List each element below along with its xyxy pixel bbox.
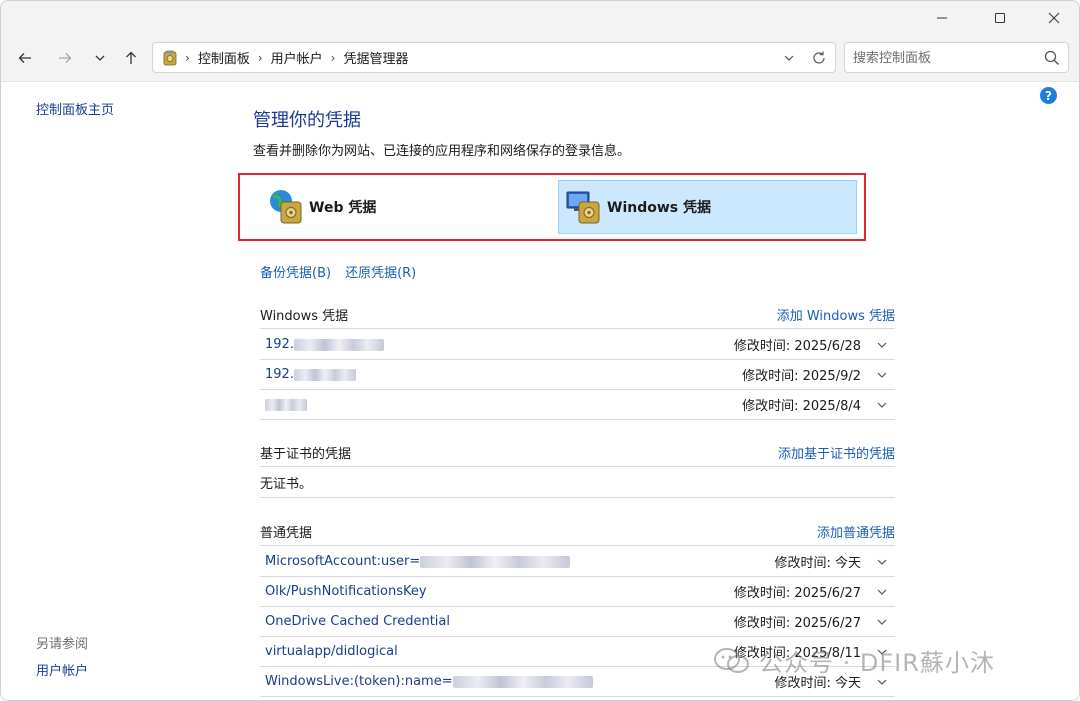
search-button[interactable] xyxy=(1040,46,1064,70)
generic-credentials-section-header: 普通凭据 添加普通凭据 xyxy=(260,518,895,546)
generic-credential-row[interactable]: Olk/PushNotificationsKey 修改时间: 2025/6/27 xyxy=(260,577,895,607)
expand-chevron-icon[interactable] xyxy=(875,615,889,629)
arrow-up-icon xyxy=(126,51,136,64)
chevron-down-icon xyxy=(784,55,794,61)
expand-chevron-icon[interactable] xyxy=(875,398,889,412)
minimize-button[interactable] xyxy=(919,1,965,35)
modified-date: 修改时间: 今天 xyxy=(774,556,861,571)
generic-credential-row[interactable]: MicrosoftAccount:user= 修改时间: 今天 xyxy=(260,547,895,577)
chevron-down-icon xyxy=(95,55,105,61)
section-title: Windows 凭据 xyxy=(260,309,349,324)
modified-date: 修改时间: 2025/6/27 xyxy=(733,616,861,631)
up-button[interactable] xyxy=(116,43,146,73)
user-accounts-link[interactable]: 用户帐户 xyxy=(36,660,88,679)
search-icon xyxy=(1044,50,1059,65)
maximize-button[interactable] xyxy=(977,1,1023,35)
wechat-logo-icon xyxy=(714,647,749,673)
redacted-text xyxy=(420,555,571,568)
page-description: 查看并删除你为网站、已连接的应用程序和网络保存的登录信息。 xyxy=(253,144,631,159)
content-area: 控制面板主页 另请参阅 用户帐户 ? 管理你的凭据 查看并删除你为网站、已连接的… xyxy=(1,82,1079,700)
navigation-bar: › 控制面板 › 用户帐户 › 凭据管理器 xyxy=(1,35,1079,82)
add-windows-credential-link[interactable]: 添加 Windows 凭据 xyxy=(777,305,895,324)
windows-credential-row[interactable]: 修改时间: 2025/8/4 xyxy=(260,390,895,420)
add-generic-credential-link[interactable]: 添加普通凭据 xyxy=(817,522,895,541)
credential-name: OneDrive Cached Credential xyxy=(265,614,450,629)
restore-credentials-link[interactable]: 还原凭据(R) xyxy=(345,262,416,281)
modified-date: 修改时间: 2025/6/28 xyxy=(733,339,861,354)
expand-chevron-icon[interactable] xyxy=(875,368,889,382)
breadcrumb-item-credential-manager[interactable]: 凭据管理器 xyxy=(343,48,408,67)
watermark-text: 公众号 · DFIR蘇小沐 xyxy=(759,649,995,677)
help-icon[interactable]: ? xyxy=(1040,87,1057,104)
close-icon xyxy=(1048,12,1060,24)
search-input[interactable] xyxy=(851,47,1045,70)
arrow-left-icon xyxy=(18,53,31,63)
redacted-text xyxy=(293,368,356,381)
control-panel-home-link[interactable]: 控制面板主页 xyxy=(36,99,114,118)
page-title: 管理你的凭据 xyxy=(253,110,361,131)
address-bar[interactable]: › 控制面板 › 用户帐户 › 凭据管理器 xyxy=(152,42,836,73)
credential-name: WindowsLive:(token):name= xyxy=(265,674,593,689)
backup-restore-links: 备份凭据(B) 还原凭据(R) xyxy=(260,262,416,281)
refresh-button[interactable] xyxy=(805,43,833,72)
modified-date: 修改时间: 2025/8/4 xyxy=(742,399,861,414)
recent-locations-button[interactable] xyxy=(85,43,115,73)
no-certificate-row: 无证书。 xyxy=(260,468,895,498)
redacted-text xyxy=(452,675,593,688)
breadcrumb-item-user-accounts[interactable]: 用户帐户 xyxy=(271,48,323,67)
minimize-icon xyxy=(937,17,947,19)
windows-credentials-label: Windows 凭据 xyxy=(607,200,711,216)
breadcrumb: › 控制面板 › 用户帐户 › 凭据管理器 xyxy=(163,43,408,72)
section-title: 基于证书的凭据 xyxy=(260,447,352,462)
credential-name xyxy=(265,397,307,412)
title-bar xyxy=(1,1,1079,35)
credential-name: 192. xyxy=(265,337,384,352)
credential-name: virtualapp/didlogical xyxy=(265,644,398,659)
web-credentials-tab[interactable]: Web 凭据 xyxy=(261,180,551,234)
add-certificate-credential-link[interactable]: 添加基于证书的凭据 xyxy=(778,443,895,462)
expand-chevron-icon[interactable] xyxy=(875,338,889,352)
credential-name: 192. xyxy=(265,367,356,382)
redacted-text xyxy=(265,398,307,411)
address-history-button[interactable] xyxy=(775,43,803,72)
refresh-icon xyxy=(813,51,825,64)
credential-name: Olk/PushNotificationsKey xyxy=(265,584,427,599)
windows-credential-row[interactable]: 192. 修改时间: 2025/6/28 xyxy=(260,330,895,360)
credential-manager-window: › 控制面板 › 用户帐户 › 凭据管理器 控制面板主页 另请参阅 用户帐户 xyxy=(0,0,1080,701)
windows-credentials-tab[interactable]: Windows 凭据 xyxy=(558,180,857,234)
certificate-credentials-section-header: 基于证书的凭据 添加基于证书的凭据 xyxy=(260,439,895,467)
chevron-right-icon: › xyxy=(257,50,263,65)
modified-date: 修改时间: 2025/6/27 xyxy=(733,586,861,601)
forward-button[interactable] xyxy=(50,43,80,73)
expand-chevron-icon[interactable] xyxy=(875,585,889,599)
credential-name: MicrosoftAccount:user= xyxy=(265,554,571,569)
maximize-icon xyxy=(995,13,1005,23)
credential-manager-icon xyxy=(163,50,177,65)
arrow-right-icon xyxy=(59,53,72,63)
redacted-text xyxy=(293,338,384,351)
windows-credentials-icon xyxy=(566,191,600,224)
breadcrumb-item-control-panel[interactable]: 控制面板 xyxy=(198,48,250,67)
watermark: 公众号 · DFIR蘇小沐 xyxy=(713,643,995,678)
windows-credentials-section-header: Windows 凭据 添加 Windows 凭据 xyxy=(260,301,895,329)
expand-chevron-icon[interactable] xyxy=(875,555,889,569)
back-button[interactable] xyxy=(10,43,40,73)
generic-credential-row[interactable]: OneDrive Cached Credential 修改时间: 2025/6/… xyxy=(260,607,895,637)
backup-credentials-link[interactable]: 备份凭据(B) xyxy=(260,262,331,281)
modified-date: 修改时间: 2025/9/2 xyxy=(742,369,861,384)
chevron-right-icon: › xyxy=(185,50,190,65)
close-button[interactable] xyxy=(1031,1,1077,35)
windows-credential-row[interactable]: 192. 修改时间: 2025/9/2 xyxy=(260,360,895,390)
see-also-label: 另请参阅 xyxy=(36,637,89,652)
no-certificate-text: 无证书。 xyxy=(260,477,313,492)
section-title: 普通凭据 xyxy=(260,526,313,541)
search-box[interactable] xyxy=(844,42,1069,73)
chevron-right-icon: › xyxy=(330,50,336,65)
web-credentials-label: Web 凭据 xyxy=(309,200,377,216)
web-credentials-icon xyxy=(270,190,302,224)
